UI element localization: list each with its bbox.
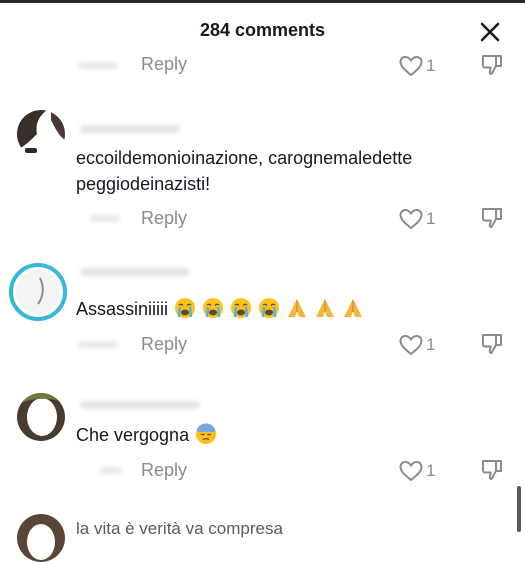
like-button[interactable] bbox=[398, 459, 424, 483]
comment-text: eccoildemonioinazione, carognemaledette … bbox=[76, 148, 413, 194]
like-count: 1 bbox=[426, 56, 436, 75]
like-count: 1 bbox=[426, 209, 436, 228]
username bbox=[80, 268, 190, 276]
loudly-crying-face-icon bbox=[203, 298, 224, 318]
thumbs-down-icon bbox=[481, 208, 502, 228]
like-button[interactable] bbox=[398, 54, 424, 78]
comment-text: la vita è verità va compresa bbox=[76, 519, 283, 538]
scrollbar[interactable] bbox=[517, 486, 521, 532]
username bbox=[80, 125, 180, 133]
comment-date bbox=[78, 62, 118, 69]
reply-button[interactable]: Reply bbox=[141, 334, 187, 355]
heart-icon bbox=[399, 55, 423, 77]
comment-date bbox=[100, 467, 122, 474]
reply-button[interactable]: Reply bbox=[141, 460, 187, 481]
like-button[interactable] bbox=[398, 333, 424, 357]
comments-header: 284 comments bbox=[0, 3, 525, 55]
close-button[interactable] bbox=[478, 20, 502, 44]
folded-hands-icon bbox=[288, 299, 307, 317]
folded-hands-icon bbox=[344, 299, 363, 317]
close-icon bbox=[480, 22, 500, 42]
comments-count-title: 284 comments bbox=[199, 20, 326, 40]
folded-hands-icon bbox=[316, 299, 335, 317]
avatar-image bbox=[17, 110, 65, 158]
dislike-button[interactable] bbox=[479, 457, 505, 483]
thumbs-down-icon bbox=[481, 334, 502, 354]
like-count: 1 bbox=[426, 335, 436, 354]
avatar[interactable] bbox=[17, 514, 65, 562]
thumbs-down-icon bbox=[481, 55, 502, 75]
avatar[interactable] bbox=[17, 110, 65, 158]
downcast-face-with-sweat-icon bbox=[196, 423, 217, 444]
heart-icon bbox=[399, 334, 423, 356]
heart-icon bbox=[399, 460, 423, 482]
comment-text: Assassiniiiii bbox=[76, 296, 364, 322]
comment-date bbox=[78, 341, 118, 348]
dislike-button[interactable] bbox=[479, 52, 505, 78]
like-button[interactable] bbox=[398, 207, 424, 231]
avatar-image bbox=[9, 263, 67, 321]
username bbox=[80, 401, 200, 409]
comment-date bbox=[90, 215, 120, 222]
like-count: 1 bbox=[426, 461, 436, 480]
dislike-button[interactable] bbox=[479, 205, 505, 231]
loudly-crying-face-icon bbox=[175, 298, 196, 318]
avatar-image bbox=[17, 514, 65, 562]
comment-text: Che vergogna bbox=[76, 422, 217, 448]
reply-button[interactable]: Reply bbox=[141, 208, 187, 229]
dislike-button[interactable] bbox=[479, 331, 505, 357]
heart-icon bbox=[399, 208, 423, 230]
reply-button[interactable]: Reply bbox=[141, 54, 187, 75]
avatar[interactable] bbox=[8, 262, 68, 322]
thumbs-down-icon bbox=[481, 460, 502, 480]
avatar-image bbox=[17, 393, 65, 441]
avatar[interactable] bbox=[17, 393, 65, 441]
loudly-crying-face-icon bbox=[259, 298, 280, 318]
loudly-crying-face-icon bbox=[231, 298, 252, 318]
